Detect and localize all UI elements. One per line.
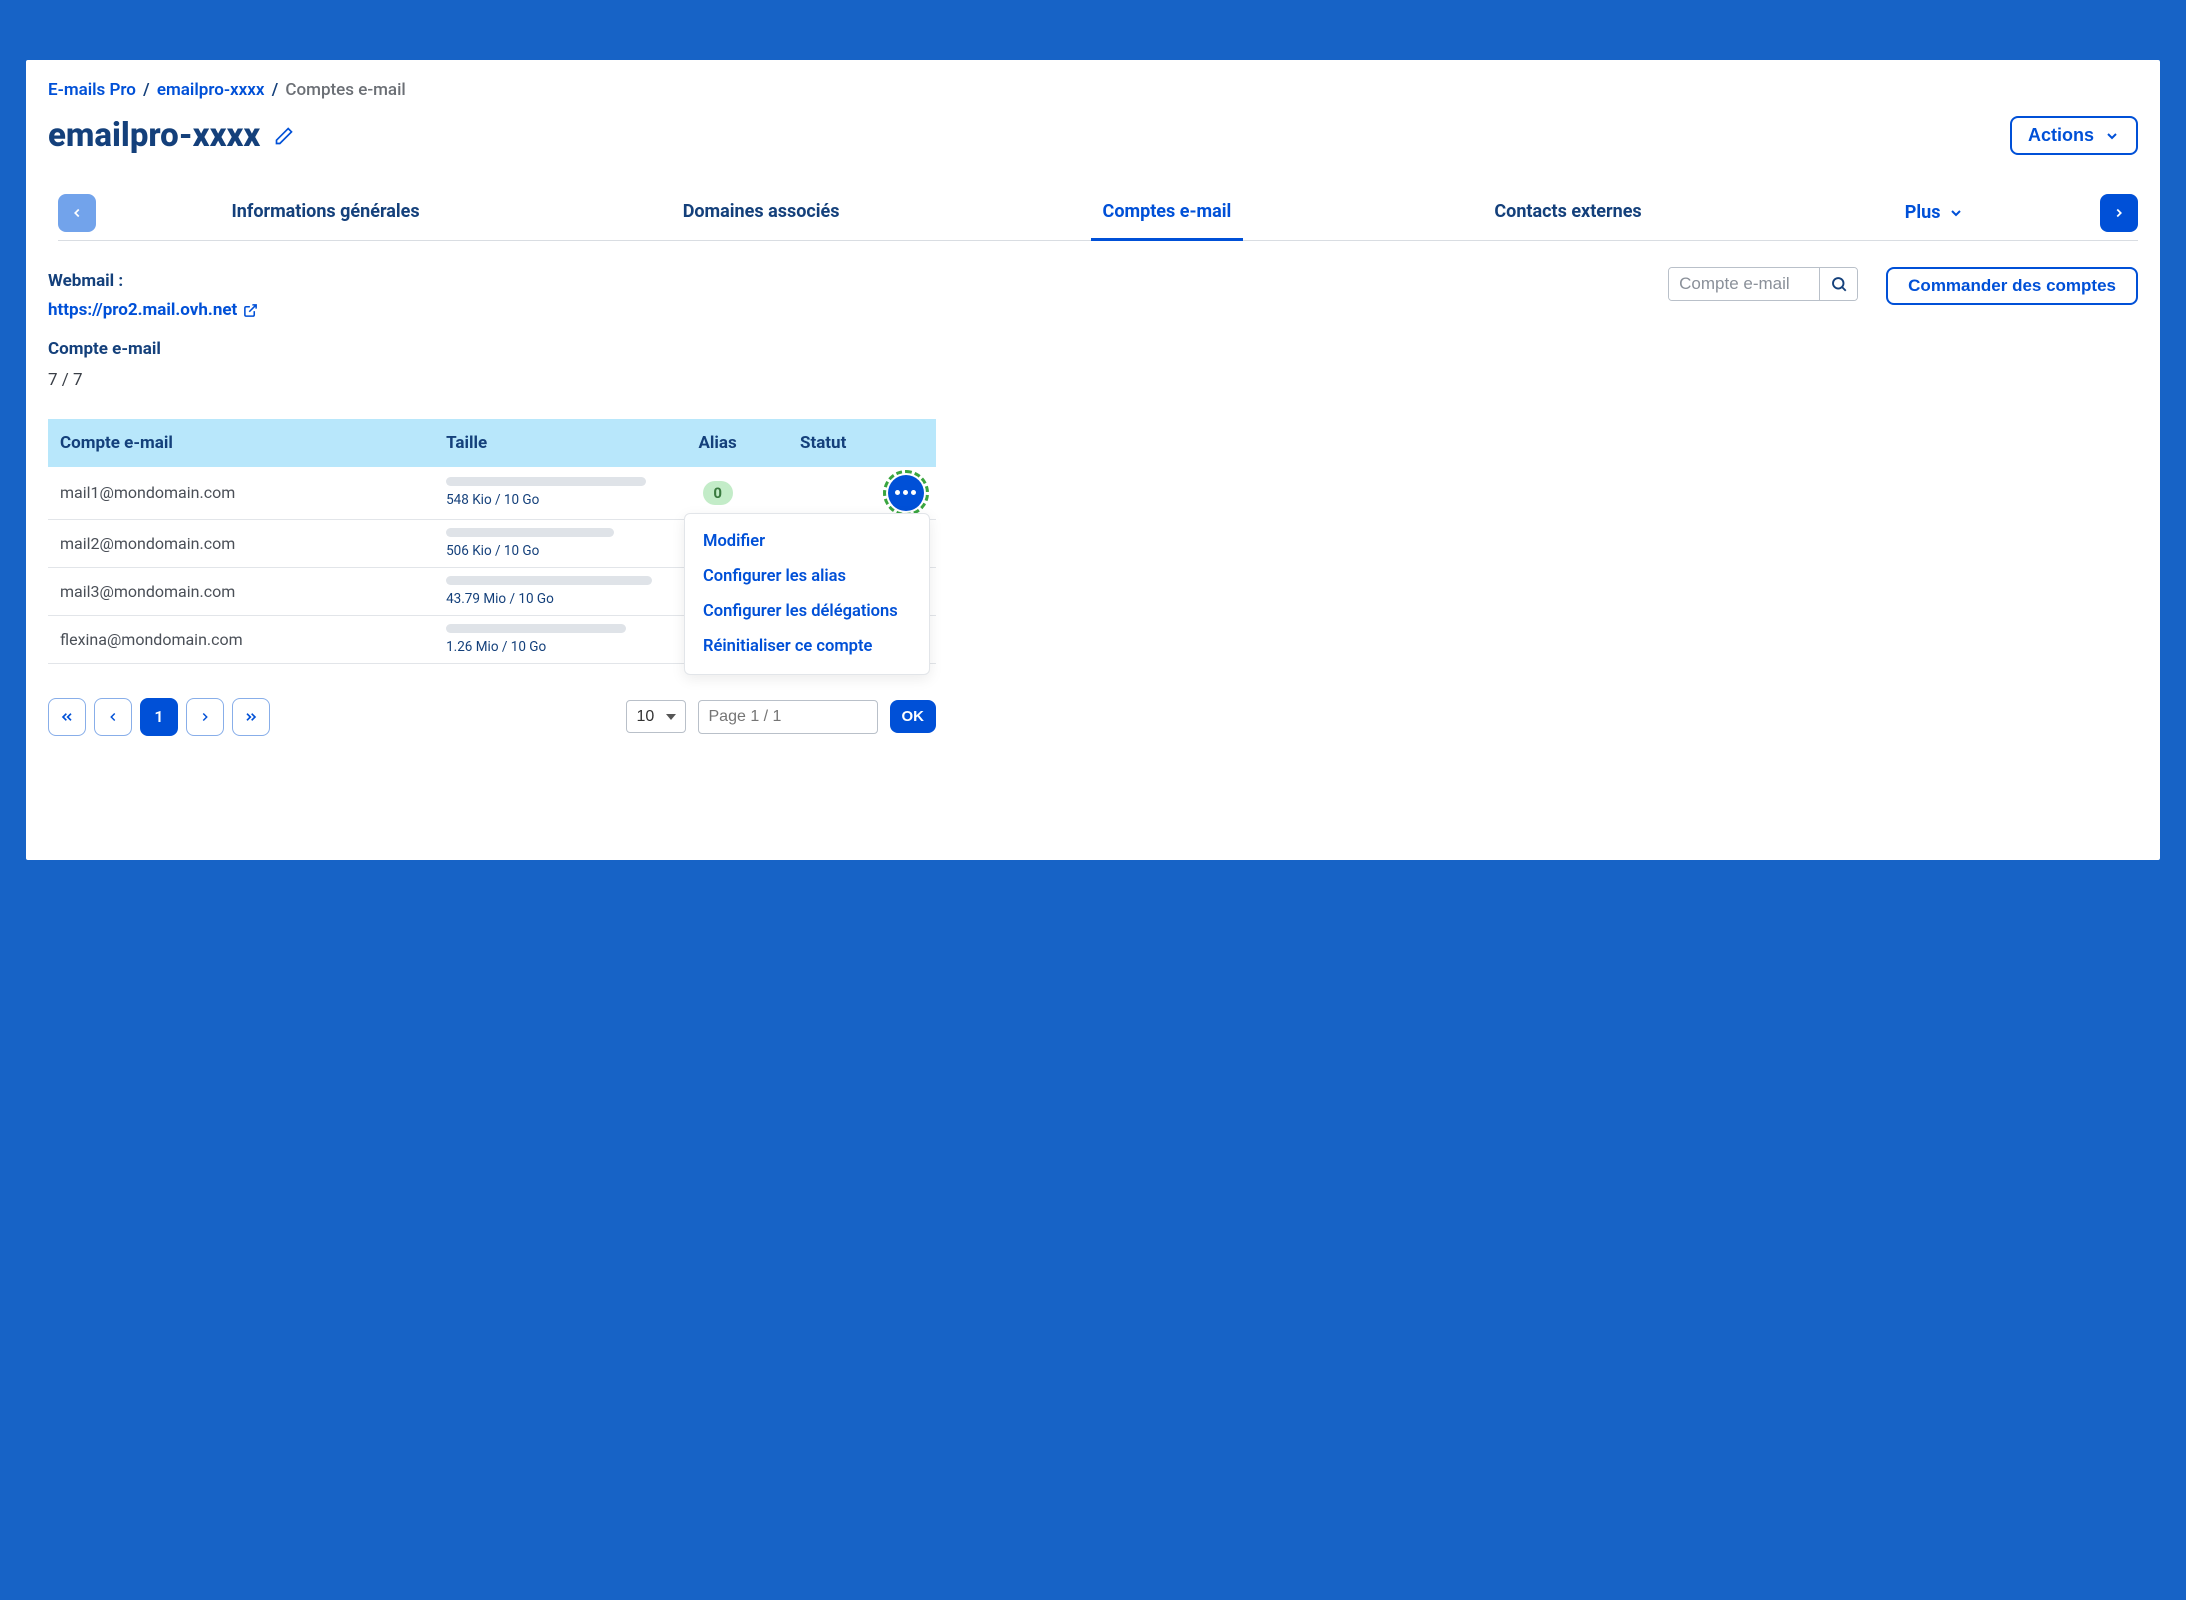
table-row: mail1@mondomain.com 548 Kio / 10 Go 0 bbox=[48, 467, 936, 520]
cell-email: flexina@mondomain.com bbox=[48, 615, 434, 663]
row-actions-button[interactable] bbox=[888, 475, 924, 511]
external-link-icon bbox=[243, 303, 258, 318]
chevron-double-left-icon bbox=[59, 709, 75, 725]
cell-size: 1.26 Mio / 10 Go bbox=[446, 639, 546, 655]
more-icon bbox=[895, 490, 916, 495]
menu-modify[interactable]: Modifier bbox=[685, 524, 929, 559]
menu-configure-aliases[interactable]: Configurer les alias bbox=[685, 559, 929, 594]
chevron-left-icon bbox=[106, 710, 120, 724]
tab-general-info[interactable]: Informations générales bbox=[220, 191, 432, 240]
size-bar bbox=[446, 528, 614, 537]
page-ok-button[interactable]: OK bbox=[890, 700, 937, 733]
chevron-double-right-icon bbox=[243, 709, 259, 725]
breadcrumb-sep: / bbox=[269, 80, 281, 100]
col-alias: Alias bbox=[665, 419, 770, 467]
tab-domains[interactable]: Domaines associés bbox=[671, 191, 852, 240]
tab-email-accounts[interactable]: Comptes e-mail bbox=[1091, 191, 1244, 241]
alias-badge: 0 bbox=[703, 481, 733, 505]
search-icon bbox=[1830, 275, 1848, 293]
cell-size: 548 Kio / 10 Go bbox=[446, 492, 539, 508]
page-next-button[interactable] bbox=[186, 698, 224, 736]
size-bar bbox=[446, 624, 626, 633]
menu-configure-delegations[interactable]: Configurer les délégations bbox=[685, 594, 929, 629]
cell-email: mail1@mondomain.com bbox=[48, 467, 434, 520]
page-size-select[interactable]: 10 bbox=[626, 700, 686, 733]
title-row: emailpro-xxxx Actions bbox=[48, 116, 2138, 155]
main-panel: E-mails Pro / emailpro-xxxx / Comptes e-… bbox=[26, 60, 2160, 860]
summary-row: Webmail : https://pro2.mail.ovh.net Comp… bbox=[48, 267, 2138, 395]
page-number-button[interactable]: 1 bbox=[140, 698, 178, 736]
account-count-value: 7 / 7 bbox=[48, 366, 258, 395]
size-bar bbox=[446, 477, 646, 486]
chevron-down-icon bbox=[2104, 128, 2120, 144]
actions-button[interactable]: Actions bbox=[2010, 116, 2138, 155]
webmail-link[interactable]: https://pro2.mail.ovh.net bbox=[48, 296, 258, 325]
cell-email: mail3@mondomain.com bbox=[48, 567, 434, 615]
tab-more[interactable]: Plus bbox=[1893, 191, 1977, 240]
breadcrumb-service[interactable]: emailpro-xxxx bbox=[157, 80, 265, 100]
accounts-table-wrap: Compte e-mail Taille Alias Statut mail1@… bbox=[48, 419, 936, 664]
breadcrumb: E-mails Pro / emailpro-xxxx / Comptes e-… bbox=[48, 80, 2138, 100]
account-count-label: Compte e-mail bbox=[48, 335, 258, 364]
chevron-down-icon bbox=[1948, 205, 1964, 221]
page-last-button[interactable] bbox=[232, 698, 270, 736]
chevron-left-icon bbox=[70, 206, 84, 220]
tabs-scroll-left[interactable] bbox=[58, 194, 96, 232]
breadcrumb-root[interactable]: E-mails Pro bbox=[48, 80, 136, 100]
size-bar bbox=[446, 576, 652, 585]
breadcrumb-current: Comptes e-mail bbox=[285, 80, 405, 100]
page-title: emailpro-xxxx bbox=[48, 116, 260, 155]
col-email: Compte e-mail bbox=[48, 419, 434, 467]
webmail-label: Webmail : bbox=[48, 267, 258, 296]
page-prev-button[interactable] bbox=[94, 698, 132, 736]
edit-icon[interactable] bbox=[274, 126, 294, 146]
cell-size: 506 Kio / 10 Go bbox=[446, 543, 539, 559]
row-actions-menu: Modifier Configurer les alias Configurer… bbox=[684, 513, 930, 675]
pagination: 1 10 OK bbox=[48, 698, 936, 736]
page-input[interactable] bbox=[698, 700, 878, 734]
col-size: Taille bbox=[434, 419, 665, 467]
search-input[interactable] bbox=[1669, 268, 1819, 300]
page-first-button[interactable] bbox=[48, 698, 86, 736]
webmail-url: https://pro2.mail.ovh.net bbox=[48, 296, 237, 325]
cell-size: 43.79 Mio / 10 Go bbox=[446, 591, 554, 607]
menu-reset-account[interactable]: Réinitialiser ce compte bbox=[685, 629, 929, 664]
col-status: Statut bbox=[770, 419, 876, 467]
tabs-row: Informations générales Domaines associés… bbox=[58, 191, 2138, 241]
chevron-right-icon bbox=[2112, 206, 2126, 220]
chevron-right-icon bbox=[198, 710, 212, 724]
actions-label: Actions bbox=[2028, 125, 2094, 146]
cell-email: mail2@mondomain.com bbox=[48, 519, 434, 567]
tab-external-contacts[interactable]: Contacts externes bbox=[1482, 191, 1653, 240]
search-button[interactable] bbox=[1819, 268, 1857, 300]
order-accounts-button[interactable]: Commander des comptes bbox=[1886, 267, 2138, 305]
breadcrumb-sep: / bbox=[140, 80, 152, 100]
tabs-scroll-right[interactable] bbox=[2100, 194, 2138, 232]
search-group bbox=[1668, 267, 1858, 301]
tab-more-label: Plus bbox=[1905, 202, 1941, 223]
